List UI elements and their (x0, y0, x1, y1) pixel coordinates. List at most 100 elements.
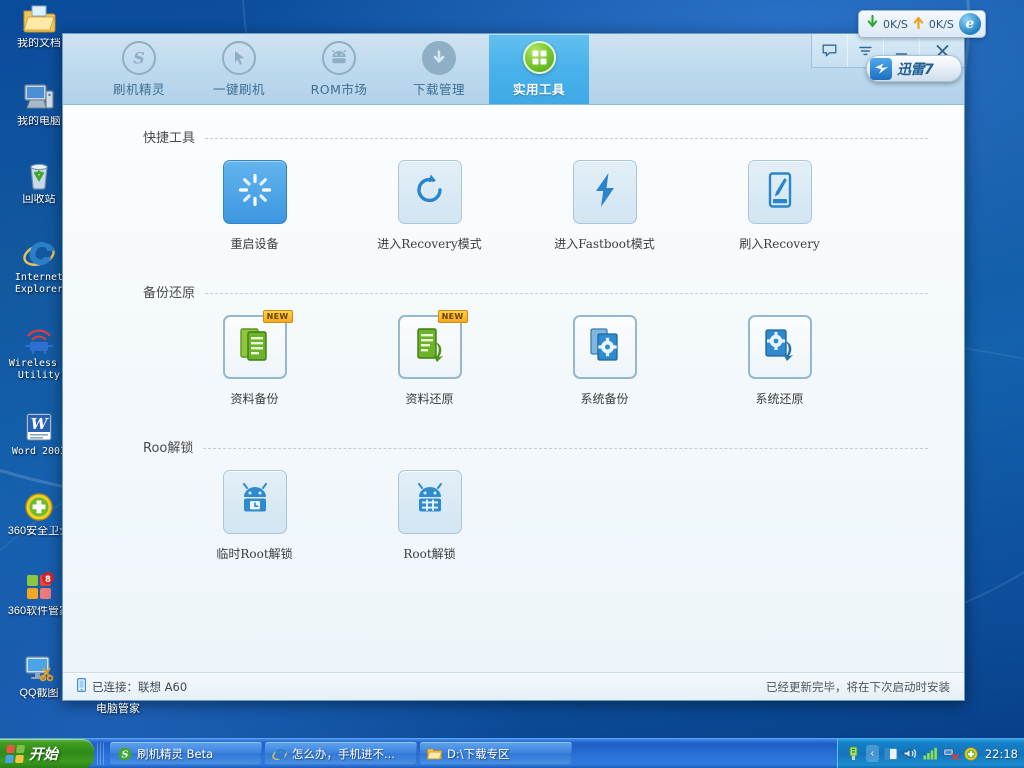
section-header: 备份还原 (99, 282, 928, 301)
tab-flash-genie[interactable]: S 刷机精灵 (89, 34, 189, 104)
360-software-manager-icon: 8 (22, 570, 56, 604)
tile-icon-box: NEW (223, 315, 287, 379)
tile-data-restore[interactable]: NEW 资料还原 (342, 315, 517, 407)
tile-row: 重启设备 进入Recovery模式 (99, 160, 928, 252)
word-2003-icon: W (22, 410, 56, 444)
tile-enter-fastboot-mode[interactable]: 进入Fastboot模式 (517, 160, 692, 252)
tile-data-backup[interactable]: NEW 资料备份 (167, 315, 342, 407)
taskbar-item-flash-genie[interactable]: S 刷机精灵 Beta (110, 742, 262, 765)
tile-label: 系统备份 (580, 390, 628, 407)
tab-rom-market[interactable]: ROM市场 (289, 34, 389, 104)
blue-gear-arrow-icon (763, 327, 797, 368)
section-divider (205, 138, 928, 139)
tile-label: 系统还原 (755, 390, 803, 407)
section-backup-restore: 备份还原 NEW 资料备份 (63, 282, 964, 407)
taskbar: 开始 S 刷机精灵 Beta 怎么办，手机进不... D:\下载专区 ‹ (0, 738, 1024, 768)
main-tab-bar: S 刷机精灵 一键刷机 ROM市场 下载管理 实用工具 (63, 34, 964, 105)
network-disconnected-icon[interactable] (943, 746, 959, 762)
tile-root-unlock[interactable]: Root解锁 (342, 470, 517, 562)
taskbar-item-label: 怎么办，手机进不... (292, 746, 395, 762)
loading-spokes-icon (238, 173, 272, 212)
ie-icon[interactable]: e (959, 13, 981, 35)
tab-utility-tools[interactable]: 实用工具 (489, 34, 589, 104)
cursor-circle-icon (222, 40, 257, 75)
taskbar-clock[interactable]: 22:18 (985, 747, 1018, 761)
360-shield-icon[interactable] (963, 746, 979, 762)
feedback-button[interactable] (812, 34, 848, 67)
thunder-speed-widget[interactable]: 0K/S 0K/S e (858, 10, 986, 38)
android-circle-icon (322, 40, 357, 75)
new-badge: NEW (438, 310, 468, 323)
tile-icon-box (223, 160, 287, 224)
tab-label: 实用工具 (513, 79, 565, 98)
svg-text:8: 8 (45, 575, 51, 585)
taskbar-grip[interactable] (97, 743, 104, 765)
section-quick-tools: 快捷工具 (63, 127, 964, 252)
qq-screenshot-icon (22, 652, 56, 686)
android-grid-icon (412, 483, 448, 522)
tile-label: 临时Root解锁 (216, 545, 292, 562)
section-divider (205, 293, 928, 294)
upload-arrow-icon (913, 15, 924, 34)
tile-flash-recovery[interactable]: 刷入Recovery (692, 160, 867, 252)
section-header: Roo解锁 (99, 437, 928, 456)
lightning-bolt-icon (593, 172, 617, 213)
tile-icon-box (223, 470, 287, 534)
tile-enter-recovery-mode[interactable]: 进入Recovery模式 (342, 160, 517, 252)
phone-pencil-icon (767, 172, 793, 213)
my-documents-icon (22, 2, 56, 36)
ie-icon (272, 746, 287, 761)
tile-system-restore[interactable]: 系统还原 (692, 315, 867, 407)
tile-row: 临时Root解锁 (99, 470, 928, 562)
tile-system-backup[interactable]: 系统备份 (517, 315, 692, 407)
svg-text:W: W (31, 415, 50, 433)
show-hidden-icons-chevron[interactable]: ‹ (866, 745, 879, 762)
tab-download-manager[interactable]: 下载管理 (389, 34, 489, 104)
tab-label: 刷机精灵 (113, 79, 165, 98)
taskbar-item-explorer[interactable]: D:\下载专区 (420, 742, 572, 765)
tile-icon-box (748, 315, 812, 379)
green-documents-icon (238, 326, 272, 369)
tile-reboot-device[interactable]: 重启设备 (167, 160, 342, 252)
tab-label: 一键刷机 (213, 79, 265, 98)
s-green-icon: S (117, 746, 132, 761)
my-computer-icon (22, 80, 56, 114)
desktop-peek-label: 电脑管家 (96, 700, 140, 716)
connection-status: 已连接：联想 A60 (77, 678, 187, 695)
tile-row: NEW 资料备份 NEW (99, 315, 928, 407)
start-button[interactable]: 开始 (0, 739, 94, 768)
tile-icon-box (573, 160, 637, 224)
green-document-arrow-icon (413, 326, 447, 369)
tab-one-key-flash[interactable]: 一键刷机 (189, 34, 289, 104)
download-circle-icon (422, 40, 457, 75)
tile-label: 进入Fastboot模式 (554, 235, 655, 252)
start-button-label: 开始 (29, 743, 58, 764)
section-title: 快捷工具 (143, 127, 195, 146)
android-clock-icon (237, 483, 273, 522)
wireless-lan-utility-icon (22, 322, 56, 356)
utility-tools-panel: 快捷工具 (63, 105, 964, 672)
tile-icon-box: NEW (398, 315, 462, 379)
section-header: 快捷工具 (99, 127, 928, 146)
tile-icon-box (398, 470, 462, 534)
tile-label: Root解锁 (403, 545, 455, 562)
signal-bars-icon[interactable] (923, 746, 939, 762)
tab-label: 下载管理 (413, 79, 465, 98)
taskbar-item-browser[interactable]: 怎么办，手机进不... (265, 742, 417, 765)
blue-gear-documents-icon (588, 327, 622, 368)
tray-app-icon[interactable] (883, 746, 899, 762)
tile-temporary-root-unlock[interactable]: 临时Root解锁 (167, 470, 342, 562)
tab-label: ROM市场 (311, 79, 368, 98)
thunder-logo-widget[interactable]: 迅雷7 (866, 55, 962, 82)
tile-label: 资料备份 (230, 390, 278, 407)
upload-speed-value: 0K/S (929, 18, 954, 31)
s-circle-icon: S (122, 40, 157, 75)
usb-device-icon[interactable] (846, 746, 862, 762)
svg-text:S: S (133, 48, 145, 67)
section-title: 备份还原 (143, 282, 195, 301)
update-status-text: 已经更新完毕，将在下次启动时安装 (766, 679, 950, 695)
taskbar-item-label: D:\下载专区 (447, 746, 510, 762)
section-divider (203, 448, 928, 449)
volume-icon[interactable] (903, 746, 919, 762)
windows-flag-icon (5, 745, 25, 763)
